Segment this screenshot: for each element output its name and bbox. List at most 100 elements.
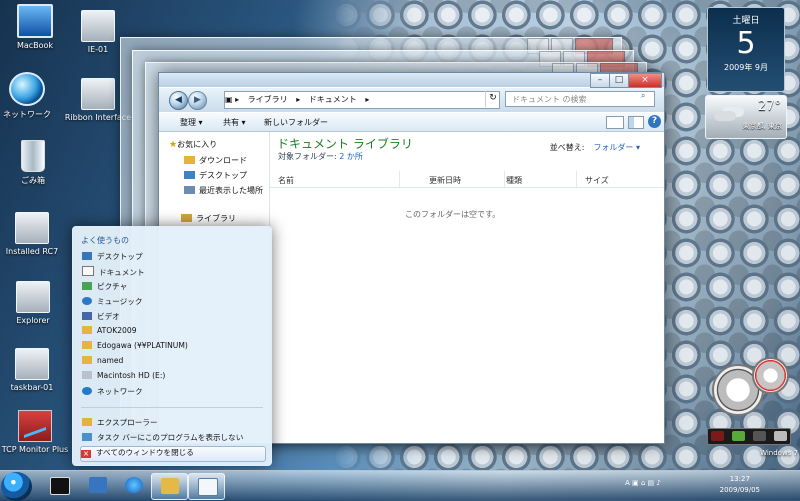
nav-recent-places[interactable]: 最近表示した場所 <box>184 185 263 196</box>
nav-desktop[interactable]: デスクトップ <box>184 170 247 181</box>
search-input[interactable]: ドキュメント の検索 <box>505 91 655 107</box>
jump-task-explorer[interactable]: エクスプローラー <box>82 417 258 431</box>
column-separator[interactable] <box>399 171 400 187</box>
nav-downloads[interactable]: ダウンロード <box>184 155 247 166</box>
cloud-icon <box>714 111 736 121</box>
forward-button[interactable]: ▶ <box>188 91 207 110</box>
maximize-button[interactable]: □ <box>609 73 629 88</box>
power-icon[interactable] <box>753 431 766 441</box>
control-gadget[interactable] <box>707 428 791 445</box>
video-icon <box>82 312 92 320</box>
explorer-window-icon <box>16 281 50 313</box>
desktop-icon-tcp-monitor[interactable]: TCP Monitor Plus <box>0 410 70 454</box>
document-icon <box>82 266 94 276</box>
taskbar-paint[interactable] <box>188 473 225 500</box>
name-column-header[interactable]: 名前 <box>278 175 294 186</box>
computer-icon: ▣ ▸ <box>225 95 240 104</box>
music-icon <box>82 297 92 305</box>
taskbar-console[interactable] <box>41 473 76 498</box>
desktop-icon-installed-rc7[interactable]: Installed RC7 <box>0 212 67 256</box>
arrange-folder-dropdown[interactable]: フォルダー ▾ <box>593 143 640 152</box>
library-location: 対象フォルダー: 2 か所 <box>278 152 363 161</box>
desktop-icon-macbook[interactable]: MacBook <box>0 4 70 50</box>
address-bar[interactable]: ▣ ▸ ライブラリ ▸ ドキュメント ▸ <box>224 91 500 109</box>
size-column-header[interactable]: サイズ <box>585 175 609 186</box>
power-icon[interactable] <box>711 431 724 441</box>
desktop-icon-recycle-bin[interactable]: ごみ箱 <box>0 140 68 186</box>
calendar-month: 2009年 9月 <box>724 63 768 72</box>
jump-task-close-all-windows[interactable]: × すべてのウィンドウを閉じる <box>80 446 266 462</box>
taskbar-clock[interactable]: 13:27 2009/09/05 <box>720 474 760 496</box>
column-separator[interactable] <box>504 171 505 187</box>
start-button[interactable] <box>1 472 32 501</box>
address-chevron-icon: ▸ <box>365 95 370 104</box>
organize-menu[interactable]: 整理 ▾ <box>180 117 203 128</box>
empty-folder-message: このフォルダーは空です。 <box>405 210 501 219</box>
share-menu[interactable]: 共有 ▾ <box>223 117 246 128</box>
taskbar-explorer[interactable] <box>151 473 188 500</box>
temperature: 27° <box>757 99 781 114</box>
desktop-icon-network[interactable]: ネットワーク <box>0 72 62 120</box>
jump-item-edogawa[interactable]: Edogawa (¥¥PLATINUM) <box>82 341 258 355</box>
jump-item-atok2009[interactable]: ATOK2009 <box>82 326 258 340</box>
clock-time: 13:27 <box>729 475 750 483</box>
memory-meter-gadget[interactable] <box>752 357 789 394</box>
jump-item-macintosh-hd[interactable]: Macintosh HD (E:) <box>82 371 258 385</box>
network-icon <box>82 387 92 395</box>
desktop-icon-explorer[interactable]: Explorer <box>0 281 68 325</box>
explorer-jump-list[interactable]: よく使うもの デスクトップ ドキュメント ピクチャ ミュージック ビデオ ATO… <box>72 226 272 466</box>
arrange-by-control[interactable]: 並べ替え: フォルダー ▾ <box>550 142 640 153</box>
nav-libraries[interactable]: ライブラリ <box>181 213 236 224</box>
network-globe-icon <box>9 72 45 106</box>
close-windows-icon: × <box>81 449 91 458</box>
column-header: 名前 更新日時 種類 サイズ <box>270 171 664 188</box>
folder-icon <box>82 326 92 334</box>
taskbar-internet-explorer[interactable] <box>116 473 151 498</box>
desktop-icon-taskbar-01[interactable]: taskbar-01 <box>0 348 67 392</box>
address-documents[interactable]: ドキュメント <box>309 95 357 104</box>
back-button[interactable]: ◀ <box>169 91 188 110</box>
view-options-icon[interactable] <box>606 116 624 129</box>
jump-task-unpin[interactable]: タスク バーにこのプログラムを表示しない <box>82 432 258 446</box>
nav-favorites[interactable]: ★お気に入り <box>169 139 217 150</box>
jump-item-pictures[interactable]: ピクチャ <box>82 281 258 295</box>
type-column-header[interactable]: 種類 <box>506 175 522 186</box>
jump-item-desktop[interactable]: デスクトップ <box>82 251 258 265</box>
refresh-icon[interactable]: ↻ <box>485 91 500 107</box>
address-library[interactable]: ライブラリ <box>248 95 288 104</box>
folder-count-link[interactable]: 2 か所 <box>339 152 363 161</box>
jump-item-network[interactable]: ネットワーク <box>82 386 258 400</box>
navigation-bar: ◀ ▶ ▣ ▸ ライブラリ ▸ ドキュメント ▸ ↻ ドキュメント の検索 ⌕ <box>159 88 664 112</box>
jump-item-music[interactable]: ミュージック <box>82 296 258 310</box>
jump-item-video[interactable]: ビデオ <box>82 311 258 325</box>
preview-pane-icon[interactable] <box>628 116 644 129</box>
calendar-gadget[interactable]: 土曜日 5 2009年 9月 <box>707 7 785 92</box>
monitor-icon <box>17 4 53 38</box>
pin-icon <box>82 433 92 441</box>
notification-area[interactable]: A ▣ ⌂ ▤ ♪ <box>625 479 705 491</box>
atok-icon[interactable]: A <box>625 479 630 487</box>
help-icon[interactable]: ? <box>648 115 661 128</box>
close-button[interactable]: × <box>628 73 662 88</box>
folder-icon <box>82 356 92 364</box>
search-icon[interactable]: ⌕ <box>641 91 660 101</box>
jump-item-documents[interactable]: ドキュメント <box>82 266 258 280</box>
column-separator[interactable] <box>576 171 577 187</box>
paint-icon <box>198 478 218 496</box>
lock-icon[interactable] <box>774 431 787 441</box>
file-list-area[interactable]: ドキュメント ライブラリ 対象フォルダー: 2 か所 並べ替え: フォルダー ▾ … <box>270 132 664 443</box>
taskbar-user[interactable] <box>80 473 115 498</box>
library-icon <box>181 214 192 222</box>
minimize-button[interactable]: – <box>590 73 610 88</box>
jump-list-separator <box>81 407 263 408</box>
window-titlebar[interactable] <box>159 73 664 87</box>
new-folder-button[interactable]: 新しいフォルダー <box>264 117 328 128</box>
desktop-icon <box>184 171 195 179</box>
jump-item-named[interactable]: named <box>82 356 258 370</box>
calendar-date: 5 <box>736 26 756 61</box>
settings-icon[interactable] <box>732 431 745 441</box>
star-icon: ★ <box>169 140 178 150</box>
modified-column-header[interactable]: 更新日時 <box>429 175 461 186</box>
weather-gadget[interactable]: 27° 東京都, 東京 <box>705 95 787 139</box>
clock-date: 2009/09/05 <box>719 486 760 494</box>
